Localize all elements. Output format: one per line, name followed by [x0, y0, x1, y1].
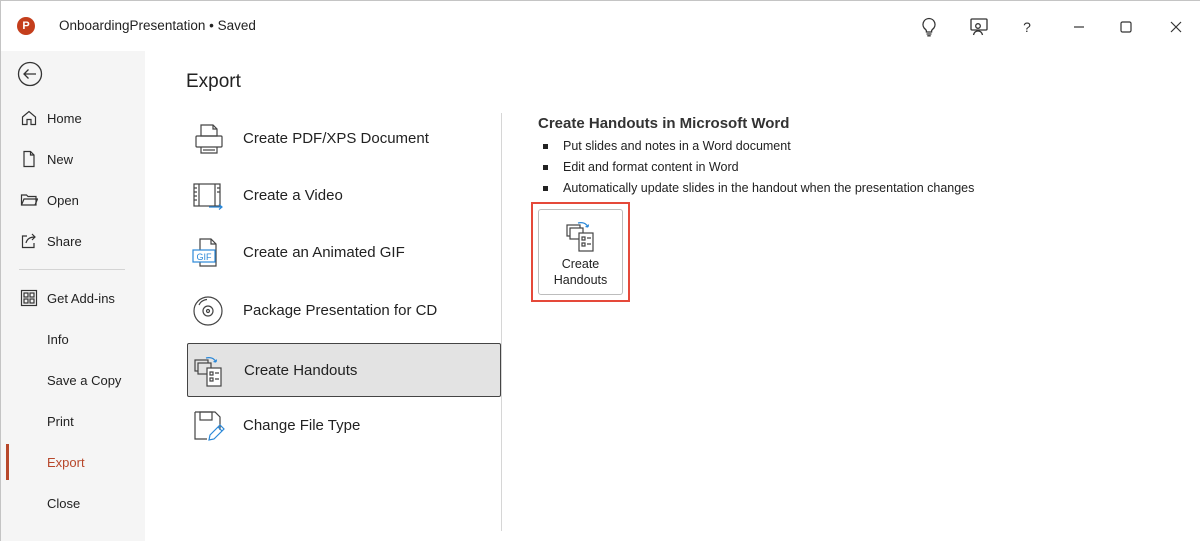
option-create-video[interactable]: Create a Video	[187, 169, 501, 223]
sidebar-divider	[19, 269, 125, 270]
sidebar-item-label: Export	[47, 455, 85, 470]
option-label: Create Handouts	[244, 362, 358, 379]
button-label-line2: Handouts	[553, 273, 608, 287]
option-label: Create an Animated GIF	[243, 244, 405, 261]
sidebar-item-close[interactable]: Close	[1, 485, 145, 521]
option-create-handouts[interactable]: Create Handouts	[187, 343, 501, 397]
sidebar-item-export[interactable]: Export	[1, 444, 145, 480]
option-package-presentation-cd[interactable]: Package Presentation for CD	[187, 284, 501, 338]
handouts-icon	[566, 222, 594, 252]
sidebar-item-label: Close	[47, 496, 81, 511]
sidebar-item-print[interactable]: Print	[1, 403, 145, 439]
sidebar-item-save-a-copy[interactable]: Save a Copy	[1, 362, 145, 398]
sidebar-item-label: Open	[47, 193, 79, 208]
new-document-icon	[23, 150, 35, 168]
back-arrow-icon[interactable]	[17, 61, 43, 87]
sidebar-item-home[interactable]: Home	[1, 100, 145, 136]
detail-title: Create Handouts in Microsoft Word	[538, 115, 790, 132]
lightbulb-icon[interactable]	[915, 13, 943, 41]
sidebar-item-label: Print	[47, 414, 74, 429]
handouts-icon	[194, 357, 222, 387]
sidebar-item-get-add-ins[interactable]: Get Add-ins	[1, 280, 145, 316]
bullet-icon	[543, 165, 548, 170]
option-label: Change File Type	[243, 417, 361, 434]
document-title: OnboardingPresentation • Saved	[59, 18, 256, 33]
change-file-type-icon	[194, 411, 225, 441]
sidebar-item-info[interactable]: Info	[1, 321, 145, 357]
coauthor-icon[interactable]	[965, 13, 993, 41]
sidebar-item-label: Home	[47, 111, 82, 126]
option-change-file-type[interactable]: Change File Type	[187, 399, 501, 453]
help-icon[interactable]: ?	[1013, 13, 1041, 41]
pane-divider	[501, 113, 502, 531]
button-label-line1: Create	[561, 257, 600, 271]
folder-icon	[20, 194, 38, 206]
add-ins-icon	[20, 289, 38, 307]
share-icon	[21, 233, 36, 249]
option-create-pdf-xps[interactable]: Create PDF/XPS Document	[187, 112, 501, 166]
export-pane: Export Create PDF/XPS Document Create a …	[145, 51, 1200, 541]
sidebar-item-label: Info	[47, 332, 69, 347]
title-bar: P OnboardingPresentation • Saved ?	[1, 1, 1200, 51]
sidebar-item-label: Share	[47, 234, 82, 249]
page-title: Export	[186, 71, 241, 92]
app-window: P OnboardingPresentation • Saved ? Home …	[0, 0, 1200, 541]
bullet-text: Put slides and notes in a Word document	[563, 139, 791, 153]
gif-icon: GIF	[192, 238, 217, 267]
create-handouts-button[interactable]: Create Handouts	[538, 209, 623, 295]
sidebar-item-label: New	[47, 152, 74, 167]
powerpoint-logo-icon: P	[17, 17, 35, 35]
home-icon	[21, 110, 37, 126]
option-create-animated-gif[interactable]: GIF Create an Animated GIF	[187, 226, 501, 280]
sidebar-item-label: Save a Copy	[47, 373, 122, 388]
bullet-icon	[543, 186, 548, 191]
video-film-icon	[193, 183, 223, 210]
option-label: Create a Video	[243, 187, 343, 204]
gif-icon-text: GIF	[197, 252, 213, 262]
sidebar-item-share[interactable]: Share	[1, 223, 145, 259]
bullet-icon	[543, 144, 548, 149]
sidebar-item-open[interactable]: Open	[1, 182, 145, 218]
maximize-icon[interactable]	[1112, 13, 1140, 41]
option-label: Package Presentation for CD	[243, 302, 438, 319]
sidebar-item-label: Get Add-ins	[47, 291, 115, 306]
create-handouts-button-label: Create Handouts	[539, 256, 622, 288]
close-icon[interactable]	[1162, 13, 1190, 41]
option-label: Create PDF/XPS Document	[243, 130, 429, 147]
backstage-sidebar: Home New Open Share Get Add-ins Info Sav…	[1, 51, 145, 541]
minimize-icon[interactable]	[1065, 13, 1093, 41]
cd-icon	[193, 296, 223, 326]
pdf-printer-icon	[195, 124, 223, 154]
bullet-text: Automatically update slides in the hando…	[563, 181, 975, 195]
sidebar-item-new[interactable]: New	[1, 141, 145, 177]
bullet-text: Edit and format content in Word	[563, 160, 739, 174]
